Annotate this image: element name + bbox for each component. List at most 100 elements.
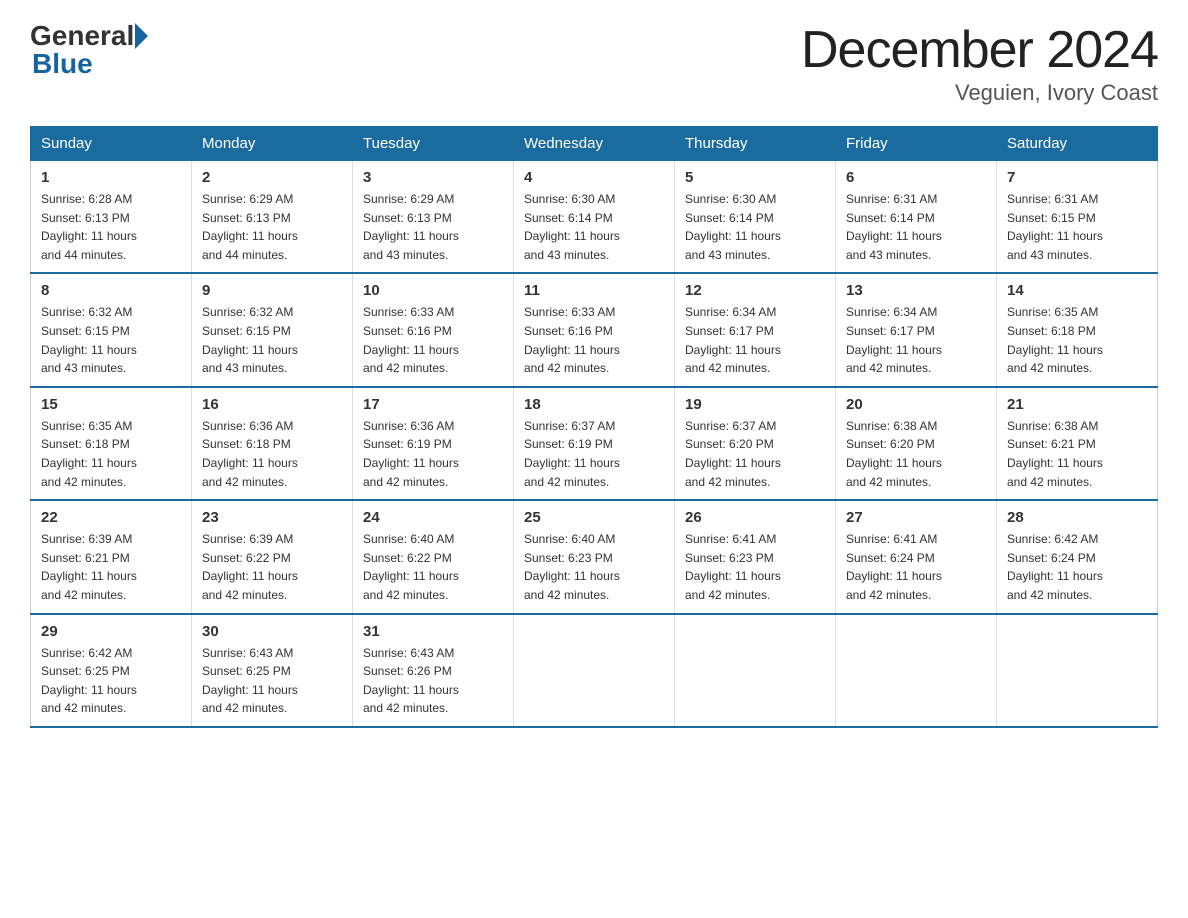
day-number: 2	[202, 169, 342, 186]
calendar-cell	[836, 614, 997, 727]
day-info: Sunrise: 6:42 AM Sunset: 6:25 PM Dayligh…	[41, 644, 181, 718]
day-info: Sunrise: 6:29 AM Sunset: 6:13 PM Dayligh…	[363, 190, 503, 264]
day-info: Sunrise: 6:33 AM Sunset: 6:16 PM Dayligh…	[363, 303, 503, 377]
day-info: Sunrise: 6:29 AM Sunset: 6:13 PM Dayligh…	[202, 190, 342, 264]
calendar-cell: 27 Sunrise: 6:41 AM Sunset: 6:24 PM Dayl…	[836, 500, 997, 613]
calendar-cell: 30 Sunrise: 6:43 AM Sunset: 6:25 PM Dayl…	[192, 614, 353, 727]
col-sunday: Sunday	[31, 127, 192, 161]
calendar-cell: 6 Sunrise: 6:31 AM Sunset: 6:14 PM Dayli…	[836, 161, 997, 274]
day-info: Sunrise: 6:30 AM Sunset: 6:14 PM Dayligh…	[685, 190, 825, 264]
day-number: 26	[685, 509, 825, 526]
col-wednesday: Wednesday	[514, 127, 675, 161]
month-year-title: December 2024	[801, 20, 1158, 80]
calendar-cell: 5 Sunrise: 6:30 AM Sunset: 6:14 PM Dayli…	[675, 161, 836, 274]
col-friday: Friday	[836, 127, 997, 161]
col-saturday: Saturday	[997, 127, 1158, 161]
calendar-cell: 20 Sunrise: 6:38 AM Sunset: 6:20 PM Dayl…	[836, 387, 997, 500]
calendar-cell	[514, 614, 675, 727]
title-block: December 2024 Veguien, Ivory Coast	[801, 20, 1158, 106]
calendar-cell: 26 Sunrise: 6:41 AM Sunset: 6:23 PM Dayl…	[675, 500, 836, 613]
day-number: 30	[202, 623, 342, 640]
day-info: Sunrise: 6:40 AM Sunset: 6:23 PM Dayligh…	[524, 530, 664, 604]
calendar-header-row: Sunday Monday Tuesday Wednesday Thursday…	[31, 127, 1158, 161]
day-number: 18	[524, 396, 664, 413]
calendar-cell: 16 Sunrise: 6:36 AM Sunset: 6:18 PM Dayl…	[192, 387, 353, 500]
calendar-cell: 14 Sunrise: 6:35 AM Sunset: 6:18 PM Dayl…	[997, 273, 1158, 386]
calendar-cell: 9 Sunrise: 6:32 AM Sunset: 6:15 PM Dayli…	[192, 273, 353, 386]
day-number: 9	[202, 282, 342, 299]
calendar-cell: 22 Sunrise: 6:39 AM Sunset: 6:21 PM Dayl…	[31, 500, 192, 613]
calendar-cell: 31 Sunrise: 6:43 AM Sunset: 6:26 PM Dayl…	[353, 614, 514, 727]
calendar-cell: 29 Sunrise: 6:42 AM Sunset: 6:25 PM Dayl…	[31, 614, 192, 727]
day-number: 3	[363, 169, 503, 186]
day-info: Sunrise: 6:32 AM Sunset: 6:15 PM Dayligh…	[202, 303, 342, 377]
day-number: 28	[1007, 509, 1147, 526]
day-number: 29	[41, 623, 181, 640]
day-number: 5	[685, 169, 825, 186]
calendar-cell: 21 Sunrise: 6:38 AM Sunset: 6:21 PM Dayl…	[997, 387, 1158, 500]
logo: General Blue	[30, 20, 148, 80]
day-number: 25	[524, 509, 664, 526]
day-number: 4	[524, 169, 664, 186]
day-info: Sunrise: 6:40 AM Sunset: 6:22 PM Dayligh…	[363, 530, 503, 604]
calendar-cell: 12 Sunrise: 6:34 AM Sunset: 6:17 PM Dayl…	[675, 273, 836, 386]
calendar-cell: 17 Sunrise: 6:36 AM Sunset: 6:19 PM Dayl…	[353, 387, 514, 500]
day-info: Sunrise: 6:28 AM Sunset: 6:13 PM Dayligh…	[41, 190, 181, 264]
day-number: 8	[41, 282, 181, 299]
calendar-cell: 13 Sunrise: 6:34 AM Sunset: 6:17 PM Dayl…	[836, 273, 997, 386]
day-info: Sunrise: 6:43 AM Sunset: 6:25 PM Dayligh…	[202, 644, 342, 718]
day-number: 31	[363, 623, 503, 640]
day-number: 20	[846, 396, 986, 413]
day-number: 15	[41, 396, 181, 413]
calendar-table: Sunday Monday Tuesday Wednesday Thursday…	[30, 126, 1158, 728]
day-info: Sunrise: 6:36 AM Sunset: 6:18 PM Dayligh…	[202, 417, 342, 491]
location-subtitle: Veguien, Ivory Coast	[801, 80, 1158, 106]
day-info: Sunrise: 6:34 AM Sunset: 6:17 PM Dayligh…	[846, 303, 986, 377]
day-info: Sunrise: 6:42 AM Sunset: 6:24 PM Dayligh…	[1007, 530, 1147, 604]
day-info: Sunrise: 6:31 AM Sunset: 6:15 PM Dayligh…	[1007, 190, 1147, 264]
day-number: 27	[846, 509, 986, 526]
calendar-cell: 24 Sunrise: 6:40 AM Sunset: 6:22 PM Dayl…	[353, 500, 514, 613]
day-info: Sunrise: 6:38 AM Sunset: 6:20 PM Dayligh…	[846, 417, 986, 491]
calendar-cell: 15 Sunrise: 6:35 AM Sunset: 6:18 PM Dayl…	[31, 387, 192, 500]
calendar-week-row: 15 Sunrise: 6:35 AM Sunset: 6:18 PM Dayl…	[31, 387, 1158, 500]
day-info: Sunrise: 6:33 AM Sunset: 6:16 PM Dayligh…	[524, 303, 664, 377]
calendar-cell: 3 Sunrise: 6:29 AM Sunset: 6:13 PM Dayli…	[353, 161, 514, 274]
day-info: Sunrise: 6:34 AM Sunset: 6:17 PM Dayligh…	[685, 303, 825, 377]
calendar-cell	[997, 614, 1158, 727]
calendar-cell: 23 Sunrise: 6:39 AM Sunset: 6:22 PM Dayl…	[192, 500, 353, 613]
day-number: 22	[41, 509, 181, 526]
logo-triangle-icon	[135, 23, 148, 49]
day-info: Sunrise: 6:36 AM Sunset: 6:19 PM Dayligh…	[363, 417, 503, 491]
calendar-cell: 2 Sunrise: 6:29 AM Sunset: 6:13 PM Dayli…	[192, 161, 353, 274]
calendar-cell: 10 Sunrise: 6:33 AM Sunset: 6:16 PM Dayl…	[353, 273, 514, 386]
col-thursday: Thursday	[675, 127, 836, 161]
day-number: 17	[363, 396, 503, 413]
day-number: 7	[1007, 169, 1147, 186]
calendar-week-row: 8 Sunrise: 6:32 AM Sunset: 6:15 PM Dayli…	[31, 273, 1158, 386]
day-number: 13	[846, 282, 986, 299]
calendar-cell: 28 Sunrise: 6:42 AM Sunset: 6:24 PM Dayl…	[997, 500, 1158, 613]
day-number: 10	[363, 282, 503, 299]
day-info: Sunrise: 6:39 AM Sunset: 6:21 PM Dayligh…	[41, 530, 181, 604]
day-info: Sunrise: 6:31 AM Sunset: 6:14 PM Dayligh…	[846, 190, 986, 264]
day-number: 23	[202, 509, 342, 526]
day-number: 16	[202, 396, 342, 413]
col-monday: Monday	[192, 127, 353, 161]
day-number: 11	[524, 282, 664, 299]
calendar-week-row: 1 Sunrise: 6:28 AM Sunset: 6:13 PM Dayli…	[31, 161, 1158, 274]
calendar-cell: 25 Sunrise: 6:40 AM Sunset: 6:23 PM Dayl…	[514, 500, 675, 613]
calendar-cell: 1 Sunrise: 6:28 AM Sunset: 6:13 PM Dayli…	[31, 161, 192, 274]
day-info: Sunrise: 6:41 AM Sunset: 6:24 PM Dayligh…	[846, 530, 986, 604]
logo-blue-text: Blue	[30, 48, 148, 80]
day-number: 21	[1007, 396, 1147, 413]
day-number: 24	[363, 509, 503, 526]
page-header: General Blue December 2024 Veguien, Ivor…	[30, 20, 1158, 106]
day-info: Sunrise: 6:35 AM Sunset: 6:18 PM Dayligh…	[1007, 303, 1147, 377]
calendar-cell: 7 Sunrise: 6:31 AM Sunset: 6:15 PM Dayli…	[997, 161, 1158, 274]
calendar-cell: 4 Sunrise: 6:30 AM Sunset: 6:14 PM Dayli…	[514, 161, 675, 274]
calendar-cell: 8 Sunrise: 6:32 AM Sunset: 6:15 PM Dayli…	[31, 273, 192, 386]
day-number: 19	[685, 396, 825, 413]
calendar-week-row: 22 Sunrise: 6:39 AM Sunset: 6:21 PM Dayl…	[31, 500, 1158, 613]
calendar-cell: 18 Sunrise: 6:37 AM Sunset: 6:19 PM Dayl…	[514, 387, 675, 500]
